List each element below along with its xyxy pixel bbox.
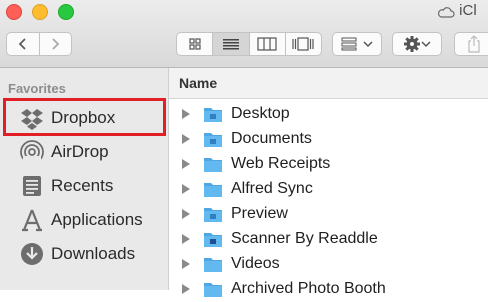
column-view-button[interactable] [248,33,285,55]
cover-flow-button[interactable] [284,33,321,55]
back-button[interactable] [7,33,39,55]
folder-preview-icon [204,208,222,222]
sidebar-item-label: Downloads [51,244,136,263]
recents-icon [23,176,41,196]
folder-scanner-icon [204,233,222,247]
applications-icon [22,209,42,232]
downloads-icon [21,243,43,265]
disclosure-triangle-icon[interactable] [182,259,190,269]
close-window-button[interactable] [6,4,22,20]
gear-icon [404,36,420,52]
folder-icon [204,183,222,197]
window-toolbar: iCl [0,0,488,68]
icon-view-button[interactable] [177,33,212,55]
chevron-right-icon [52,38,60,50]
file-name: Archived Photo Booth [231,280,386,297]
sidebar-item-label: Recents [51,176,114,195]
folder-icon [204,158,222,172]
folder-documents-icon [204,133,222,147]
disclosure-triangle-icon[interactable] [182,209,190,219]
airdrop-icon [20,140,44,164]
chevron-down-icon [363,41,373,48]
sidebar-item-recents[interactable]: Recents [0,168,168,202]
list-view-icon [222,39,239,50]
folder-desktop-icon [204,108,222,122]
forward-button[interactable] [38,33,72,55]
list-item[interactable]: Alfred Sync [169,177,488,202]
sidebar-header-favorites: Favorites [8,81,66,96]
chevron-down-icon [421,41,431,48]
file-name: Videos [231,255,280,272]
window-title-text: iCl [459,2,477,19]
view-mode-group [176,32,322,56]
sidebar-item-label: Applications [51,210,143,229]
sidebar-item-downloads[interactable]: Downloads [0,236,168,270]
file-name: Alfred Sync [231,180,313,197]
disclosure-triangle-icon[interactable] [182,159,190,169]
sidebar-item-airdrop[interactable]: AirDrop [0,134,168,168]
disclosure-triangle-icon[interactable] [182,184,190,194]
list-item[interactable]: Videos [169,252,488,277]
list-item[interactable]: Documents [169,127,488,152]
back-forward-group [6,32,72,56]
cover-flow-icon [292,37,314,51]
column-header-label: Name [179,75,218,91]
folder-icon [204,258,222,272]
list-item[interactable]: Web Receipts [169,152,488,177]
zoom-window-button[interactable] [58,4,74,20]
action-button[interactable] [392,32,442,56]
file-name: Scanner By Readdle [231,230,378,247]
icon-view-icon [189,38,201,50]
file-name: Web Receipts [231,155,331,172]
disclosure-triangle-icon[interactable] [182,284,190,294]
share-button[interactable] [454,32,488,56]
file-name: Desktop [231,105,290,122]
disclosure-triangle-icon[interactable] [182,134,190,144]
file-name: Documents [231,130,312,147]
list-item[interactable]: Scanner By Readdle [169,227,488,252]
dropbox-highlight-box [3,98,166,136]
file-name: Preview [231,205,288,222]
arrange-icon [341,37,357,51]
sidebar-item-label: AirDrop [51,142,109,161]
list-item[interactable]: Preview [169,202,488,227]
disclosure-triangle-icon[interactable] [182,109,190,119]
sidebar-item-applications[interactable]: Applications [0,202,168,236]
list-item[interactable]: Desktop [169,102,488,127]
share-icon [468,35,480,53]
arrange-button[interactable] [332,32,382,56]
list-view-button[interactable] [212,33,249,55]
disclosure-triangle-icon[interactable] [182,234,190,244]
chevron-left-icon [18,38,26,50]
cloud-icon [437,7,455,18]
column-view-icon [257,37,277,51]
name-column-header[interactable]: Name [169,68,488,99]
minimize-window-button[interactable] [32,4,48,20]
window-title: iCl [437,2,477,19]
